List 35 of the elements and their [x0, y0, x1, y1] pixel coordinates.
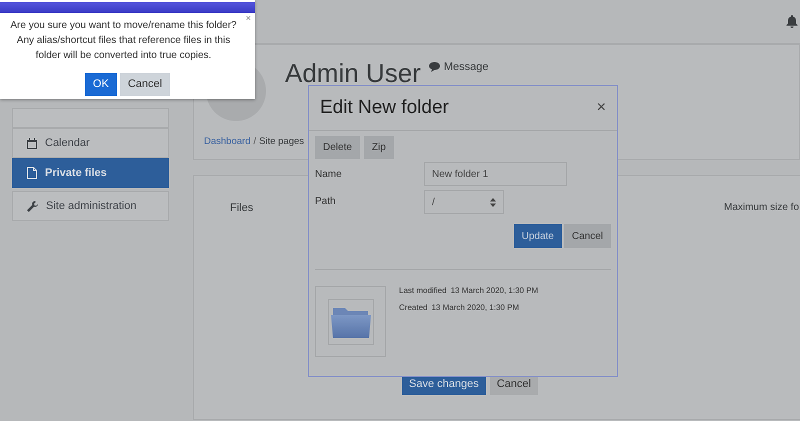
confirm-message: Are you sure you want to move/rename this folder? Any alias/shortcut files that reference files in this folder will be converted into true copies.: [9, 19, 238, 63]
field-label: Files: [230, 201, 254, 216]
info-label: Last modified: [399, 285, 447, 297]
path-dropdown[interactable]: /: [424, 190, 504, 214]
field-label: Name: [315, 169, 343, 181]
update-button[interactable]: Update: [514, 224, 562, 248]
sidebar-item[interactable]: Calendar: [12, 128, 169, 158]
message-link[interactable]: Message: [428, 59, 488, 76]
cancel-button[interactable]: Cancel: [564, 224, 611, 248]
wrench-icon: [27, 200, 38, 212]
info-value: 13 March 2020, 1:30 PM: [450, 285, 538, 297]
folder-icon: [330, 306, 370, 338]
column-heading: Maximum size fo: [724, 201, 799, 215]
toolbar-button[interactable]: Delete: [315, 136, 360, 159]
calendar-icon: [27, 138, 37, 148]
info-label: Created: [399, 302, 428, 314]
ok-button[interactable]: OK: [84, 73, 117, 96]
speech-bubble-icon: [428, 62, 440, 72]
sort-arrows-icon: [490, 198, 496, 206]
field-label: Path: [315, 196, 337, 208]
file-icon: [27, 167, 37, 179]
breadcrumb-link[interactable]: Site pages: [259, 135, 304, 150]
profile-name: Admin User: [285, 57, 421, 89]
toolbar-button[interactable]: Zip: [364, 136, 394, 159]
breadcrumb-separator: /: [253, 135, 256, 149]
sidebar-item[interactable]: Site administration: [12, 191, 169, 221]
breadcrumb-link[interactable]: Dashboard: [204, 135, 250, 150]
cancel-button[interactable]: Cancel: [120, 73, 170, 96]
close-button[interactable]: ×: [246, 14, 251, 23]
name-field[interactable]: New folder 1: [424, 162, 567, 186]
dialog-title: Edit New folder: [320, 96, 449, 120]
info-value: 13 March 2020, 1:30 PM: [431, 302, 520, 314]
close-button[interactable]: ×: [596, 100, 606, 116]
sidebar-item[interactable]: Private files: [12, 158, 169, 188]
bell-icon[interactable]: [786, 15, 798, 28]
